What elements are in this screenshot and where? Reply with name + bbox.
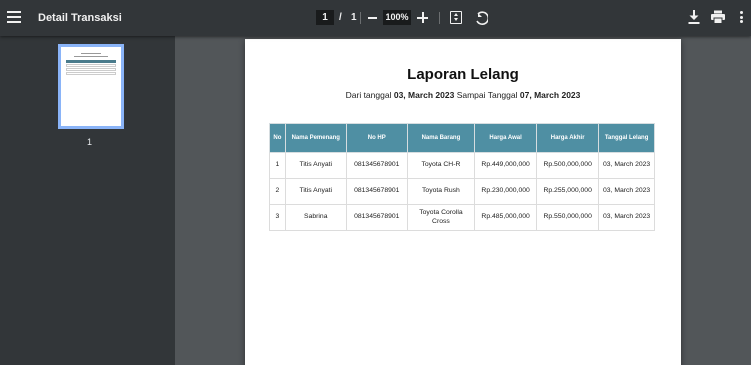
cell-harga-awal: Rp.230,000,000: [474, 178, 538, 205]
thumbnail-page-number: 1: [87, 137, 93, 147]
cell-harga-awal: Rp.485,000,000: [474, 204, 538, 231]
report-title: Laporan Lelang: [407, 66, 519, 83]
cell-nama-pemenang: Titis Anyati: [284, 178, 347, 205]
fit-to-page-icon[interactable]: [450, 11, 462, 24]
cell-no: 3: [269, 204, 286, 231]
cell-nama-barang: Toyota CH-R: [406, 152, 476, 179]
toolbar-divider: [360, 12, 361, 24]
page-number-input[interactable]: 1: [316, 10, 334, 25]
cell-no-hp: 081345678901: [345, 178, 408, 205]
cell-no-hp: 081345678901: [345, 152, 408, 179]
cell-harga-akhir: Rp.255,000,000: [536, 178, 600, 205]
thumbnail-preview: [66, 53, 116, 75]
menu-icon[interactable]: [7, 11, 21, 23]
subtitle-middle: Sampai Tanggal: [456, 90, 518, 100]
rotate-icon[interactable]: [474, 10, 488, 25]
col-harga-awal: Harga Awal: [474, 123, 538, 153]
document-title: Detail Transaksi: [38, 12, 122, 24]
pdf-page: Laporan Lelang Dari tanggal 03, March 20…: [245, 39, 681, 365]
col-nama-pemenang: Nama Pemenang: [284, 123, 347, 153]
zoom-in-icon[interactable]: [417, 12, 428, 23]
table-header-row: No Nama Pemenang No HP Nama Barang Harga…: [269, 123, 655, 153]
cell-nama-barang: Toyota Corolla Cross: [406, 204, 476, 231]
cell-tanggal-lelang: 03, March 2023: [598, 204, 655, 231]
cell-tanggal-lelang: 03, March 2023: [598, 152, 655, 179]
col-nama-barang: Nama Barang: [406, 123, 476, 153]
date-to: 07, March 2023: [519, 90, 581, 100]
more-vert-icon[interactable]: [740, 11, 743, 23]
table-row: 2 Titis Anyati 081345678901 Toyota Rush …: [269, 178, 655, 205]
report-date-range: Dari tanggal 03, March 2023 Sampai Tangg…: [245, 90, 681, 100]
cell-no: 1: [269, 152, 286, 179]
cell-nama-pemenang: Sabrina: [284, 204, 347, 231]
page-separator: /: [339, 12, 342, 23]
cell-harga-awal: Rp.449,000,000: [474, 152, 538, 179]
download-icon[interactable]: [688, 10, 700, 24]
col-tanggal-lelang: Tanggal Lelang: [598, 123, 655, 153]
zoom-level-input[interactable]: 100%: [383, 10, 411, 25]
cell-nama-barang: Toyota Rush: [406, 178, 476, 205]
col-no-hp: No HP: [345, 123, 408, 153]
page-thumbnail[interactable]: [58, 44, 124, 129]
subtitle-prefix: Dari tanggal: [345, 90, 392, 100]
total-pages: 1: [351, 12, 357, 23]
cell-nama-pemenang: Titis Anyati: [284, 152, 347, 179]
cell-no-hp: 081345678901: [345, 204, 408, 231]
toolbar-divider: [439, 12, 440, 24]
pdf-toolbar: Detail Transaksi 1 / 1 100%: [0, 0, 751, 36]
auction-report-table: No Nama Pemenang No HP Nama Barang Harga…: [269, 123, 655, 231]
col-harga-akhir: Harga Akhir: [536, 123, 600, 153]
col-no: No: [269, 123, 286, 153]
cell-tanggal-lelang: 03, March 2023: [598, 178, 655, 205]
table-row: 1 Titis Anyati 081345678901 Toyota CH-R …: [269, 152, 655, 179]
cell-no: 2: [269, 178, 286, 205]
table-row: 3 Sabrina 081345678901 Toyota Corolla Cr…: [269, 204, 655, 231]
thumbnail-sidebar: 1: [0, 36, 175, 365]
zoom-out-icon[interactable]: [368, 17, 377, 19]
date-from: 03, March 2023: [393, 90, 455, 100]
cell-harga-akhir: Rp.500,000,000: [536, 152, 600, 179]
print-icon[interactable]: [711, 10, 725, 24]
cell-harga-akhir: Rp.550,000,000: [536, 204, 600, 231]
